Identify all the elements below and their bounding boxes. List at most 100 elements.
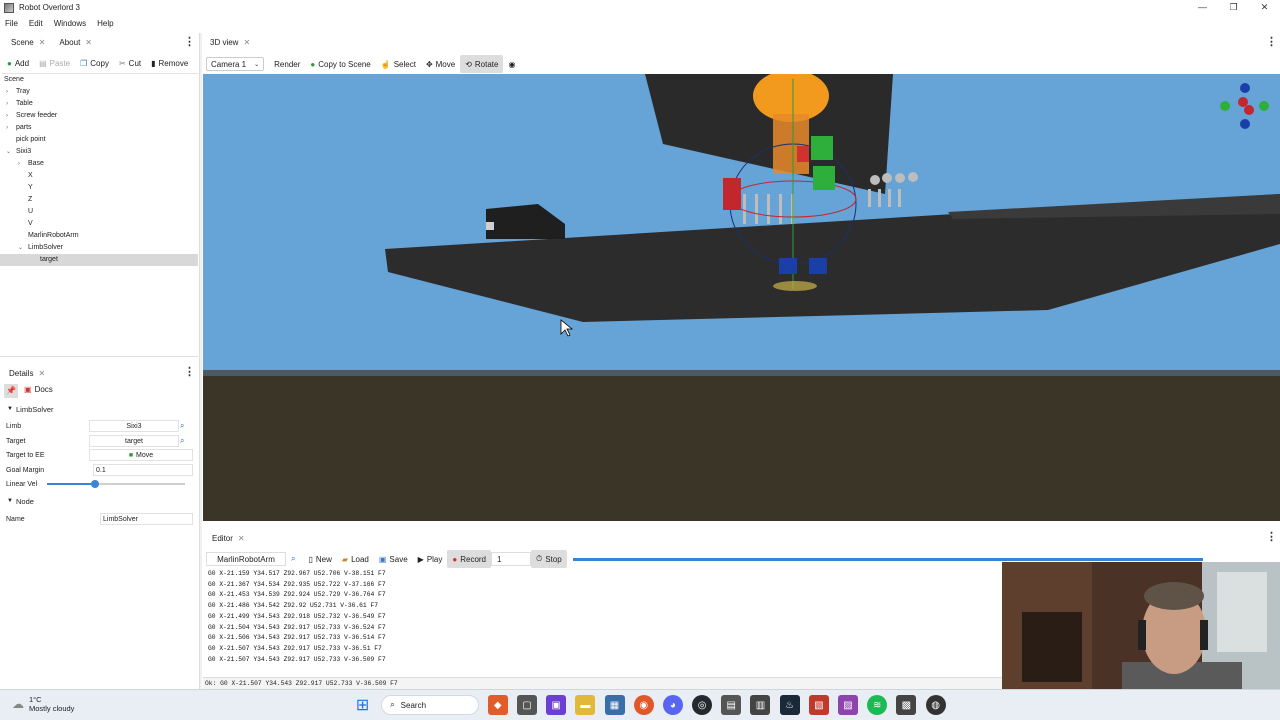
chili-app-icon[interactable]: ◆ (487, 695, 508, 715)
app-icon[interactable]: ▤ (721, 695, 742, 715)
windows-start-icon[interactable]: ⊞ (353, 695, 373, 715)
panel-divider[interactable] (0, 356, 198, 357)
close-button[interactable]: ✕ (1249, 0, 1280, 15)
chevron-right-icon[interactable]: › (6, 98, 8, 110)
record-count-field[interactable]: 1 (491, 552, 532, 566)
gcode-log[interactable]: G0 X-21.159 Y34.517 Z92.967 U52.706 V-38… (208, 569, 1003, 665)
stop-button[interactable]: ⏱ Stop (531, 550, 567, 568)
chevron-right-icon[interactable]: › (6, 122, 8, 134)
goal-margin-field[interactable]: 0.1 (93, 464, 193, 476)
copy-to-scene-button[interactable]: ● Copy to Scene (305, 55, 375, 73)
github-icon[interactable]: ◎ (692, 695, 713, 715)
close-icon[interactable]: ✕ (238, 534, 245, 543)
tab-editor[interactable]: Editor ✕ (205, 529, 252, 548)
search-icon[interactable]: ⌕ (180, 421, 184, 431)
save-button[interactable]: ▣ Save (374, 550, 413, 568)
tree-item[interactable]: › Tray (0, 86, 198, 98)
tree-item[interactable]: X (0, 170, 198, 182)
move-button[interactable]: ■ Move (89, 449, 193, 461)
app-icon[interactable]: ▧ (808, 695, 829, 715)
robot-overlord-icon[interactable]: ▩ (896, 695, 917, 715)
menu-windows[interactable]: Windows (49, 19, 92, 28)
app-icon[interactable]: ▨ (838, 695, 859, 715)
camera-select[interactable]: Camera 1 ⌄ (206, 57, 265, 71)
tree-item[interactable]: › Screw feeder (0, 110, 198, 122)
close-icon[interactable]: ✕ (38, 369, 45, 378)
record-button[interactable]: ● Record (447, 550, 492, 568)
name-field[interactable]: LimbSolver (100, 513, 193, 525)
slider-thumb[interactable] (91, 480, 100, 488)
render-button[interactable]: Render (269, 55, 305, 73)
close-icon[interactable]: ✕ (39, 38, 46, 47)
maximize-button[interactable]: ❐ (1218, 0, 1249, 15)
gizmo-handle-blue[interactable] (809, 258, 827, 274)
tree-item[interactable]: MarlinRobotArm (0, 230, 198, 242)
gizmo-handle-blue[interactable] (779, 258, 797, 274)
load-button[interactable]: ▰ Load (337, 550, 374, 568)
gizmo-handle-red[interactable] (723, 178, 741, 210)
section-limbsolver[interactable]: ▼ LimbSolver (0, 403, 198, 416)
tree-item[interactable]: V (0, 218, 198, 230)
tab-3d-view[interactable]: 3D view ✕ (203, 33, 257, 52)
play-button[interactable]: ▶ Play (413, 550, 448, 568)
rotate-tool-button[interactable]: ⟲ Rotate (460, 55, 504, 73)
gizmo-handle-red[interactable] (797, 146, 809, 162)
select-button[interactable]: ☝ Select (376, 55, 421, 73)
task-view-icon[interactable]: ▢ (516, 695, 537, 715)
spotify-icon[interactable]: ≋ (867, 695, 888, 715)
tree-item[interactable]: pick point (0, 134, 198, 146)
find-robot-button[interactable]: ⌕ (286, 550, 303, 568)
menu-help[interactable]: Help (92, 19, 119, 28)
section-node[interactable]: ▼ Node (0, 495, 198, 508)
view-menu-icon[interactable]: ⋮ (1266, 37, 1277, 48)
linear-vel-slider[interactable] (47, 480, 185, 488)
tree-item[interactable]: › Base (0, 158, 198, 170)
pin-icon[interactable]: 📌 (4, 384, 18, 398)
splitter[interactable] (199, 33, 202, 689)
viewport-3d[interactable] (203, 74, 1280, 521)
tree-item[interactable]: Z (0, 194, 198, 206)
chevron-right-icon[interactable]: › (18, 158, 20, 170)
minimize-button[interactable]: — (1187, 0, 1218, 15)
chevron-down-icon[interactable]: ⌄ (6, 146, 11, 158)
tree-item[interactable]: ⌄ LimbSolver (0, 242, 198, 254)
chevron-right-icon[interactable]: › (6, 110, 8, 122)
tree-item[interactable]: U (0, 206, 198, 218)
tree-item[interactable]: › parts (0, 122, 198, 134)
app-icon[interactable]: ▥ (750, 695, 771, 715)
copy-button[interactable]: ❐ Copy (75, 55, 114, 73)
new-button[interactable]: ▯ New (303, 550, 336, 568)
app-icon[interactable]: ◍ (925, 695, 946, 715)
steam-icon[interactable]: ♨ (779, 695, 800, 715)
robot-select[interactable]: MarlinRobotArm (206, 552, 286, 566)
discord-icon[interactable]: ◕ (662, 695, 683, 715)
tree-item[interactable]: › Table (0, 98, 198, 110)
calculator-icon[interactable]: ▦ (604, 695, 625, 715)
close-icon[interactable]: ✕ (243, 38, 250, 47)
weather-widget[interactable]: ☁ 1°C Mostly cloudy (12, 695, 74, 713)
gizmo-handle-green[interactable] (811, 136, 833, 160)
move-tool-button[interactable]: ✥ Move (421, 55, 460, 73)
file-explorer-icon[interactable]: ▬ (575, 695, 596, 715)
scene-menu-icon[interactable]: ⋮ (184, 37, 195, 48)
tree-item[interactable]: ⌄ Sixi3 (0, 146, 198, 158)
tab-scene[interactable]: Scene ✕ (4, 33, 52, 52)
menu-file[interactable]: File (0, 19, 24, 28)
taskbar-search[interactable]: ⌕ Search (381, 695, 480, 715)
chevron-down-icon[interactable]: ⌄ (18, 242, 23, 254)
paste-button[interactable]: ▤ Paste (34, 55, 75, 73)
search-icon[interactable]: ⌕ (180, 436, 184, 446)
chat-app-icon[interactable]: ▣ (546, 695, 567, 715)
add-button[interactable]: ● Add (2, 55, 34, 73)
close-icon[interactable]: ✕ (85, 38, 92, 47)
tree-item-selected[interactable]: target (0, 254, 198, 266)
tab-details[interactable]: Details ✕ (2, 364, 52, 383)
limb-field[interactable]: Sixi3 (89, 420, 179, 432)
editor-menu-icon[interactable]: ⋮ (1266, 532, 1277, 543)
tab-about[interactable]: About ✕ (52, 33, 99, 52)
target-field[interactable]: target (89, 435, 179, 447)
details-menu-icon[interactable]: ⋮ (184, 367, 195, 378)
tree-item[interactable]: Y (0, 182, 198, 194)
visibility-button[interactable]: ◉ (503, 55, 523, 73)
cut-button[interactable]: ✂ Cut (114, 55, 146, 73)
